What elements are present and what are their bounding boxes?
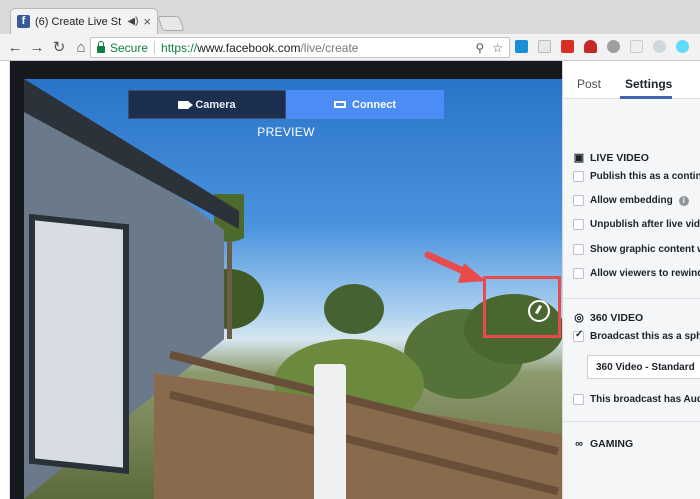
browser-toolbar: ← → ↻ ⌂ Secure https:// www.facebook.com…	[0, 34, 700, 61]
globe-icon: ◎	[574, 312, 584, 324]
settings-panel: Post Settings ▣ LIVE VIDEO Publish this …	[562, 61, 700, 499]
bookmark-star-icon[interactable]: ☆	[492, 41, 503, 55]
extension-icon[interactable]	[538, 40, 551, 53]
zoom-icon[interactable]: ⚲	[475, 41, 484, 55]
browser-tab[interactable]: f (6) Create Live Stream ◀) ×	[10, 8, 158, 34]
checkbox[interactable]	[573, 394, 584, 405]
checkbox-checked[interactable]	[573, 329, 584, 342]
360-video-section-title: ◎ 360 VIDEO	[574, 312, 644, 324]
reload-icon[interactable]: ↻	[48, 38, 70, 56]
forward-arrow-icon[interactable]: →	[26, 39, 48, 56]
screen: f (6) Create Live Stream ◀) × ← → ↻ ⌂ Se…	[0, 0, 700, 499]
360-compass-icon[interactable]	[528, 300, 550, 322]
tab-title: (6) Create Live Stream	[35, 15, 122, 28]
extension-icon[interactable]	[607, 40, 620, 53]
camera-label: Camera	[195, 98, 236, 111]
info-icon[interactable]: i	[678, 195, 689, 206]
url-host: www.facebook.com	[197, 40, 301, 55]
url-path: /live/create	[300, 40, 359, 55]
lock-icon	[97, 41, 105, 53]
back-arrow-icon[interactable]: ←	[4, 39, 26, 56]
option-audio[interactable]: This broadcast has Audi	[573, 394, 700, 405]
react-extension-icon[interactable]	[676, 40, 689, 53]
connect-label: Connect	[352, 98, 396, 111]
background-page-strip	[0, 61, 10, 499]
secure-label: Secure	[110, 40, 149, 55]
checkbox[interactable]	[573, 171, 584, 182]
camera-button[interactable]: Camera	[128, 90, 286, 119]
option-allow-rewind[interactable]: Allow viewers to rewind	[573, 268, 700, 279]
option-publish-continuous[interactable]: Publish this as a continu	[573, 171, 700, 182]
source-toggle: Camera Connect	[128, 90, 444, 119]
tab-post[interactable]: Post	[577, 77, 601, 91]
gaming-section-title: ∞ GAMING	[573, 438, 633, 450]
active-tab-indicator	[620, 96, 672, 99]
panel-tabs: Post Settings	[563, 61, 700, 99]
close-tab-icon[interactable]: ×	[143, 14, 151, 29]
gear-extension-icon[interactable]	[653, 40, 666, 53]
360-video-type-select[interactable]: 360 Video - Standard	[587, 355, 700, 379]
option-unpublish-after[interactable]: Unpublish after live video	[573, 219, 700, 230]
shield-extension-icon[interactable]	[584, 40, 597, 53]
plug-icon	[334, 101, 346, 108]
extension-icon[interactable]	[630, 40, 643, 53]
extension-icon[interactable]	[561, 40, 574, 53]
new-tab-button[interactable]	[157, 16, 185, 31]
checkbox[interactable]	[573, 244, 584, 255]
extension-icon[interactable]	[515, 40, 528, 53]
page-content: Camera Connect PREVIEW Post Settings ▣ L…	[0, 61, 700, 499]
home-icon[interactable]: ⌂	[70, 39, 92, 56]
checkbox[interactable]	[573, 268, 584, 279]
option-broadcast-sphere[interactable]: Broadcast this as a sphe	[573, 329, 700, 342]
speaker-icon[interactable]: ◀)	[127, 16, 138, 27]
option-allow-embedding[interactable]: Allow embedding i	[573, 195, 689, 206]
video-camera-icon: ▣	[573, 152, 585, 164]
checkbox[interactable]	[573, 195, 584, 206]
facebook-favicon-icon: f	[17, 15, 30, 28]
address-bar[interactable]: Secure https:// www.facebook.com /live/c…	[90, 37, 510, 58]
video-camera-icon	[178, 100, 194, 109]
checkbox[interactable]	[573, 219, 584, 230]
tab-settings[interactable]: Settings	[625, 77, 672, 91]
live-video-preview	[24, 79, 562, 499]
tab-strip: f (6) Create Live Stream ◀) ×	[0, 0, 700, 34]
url-scheme: https://	[161, 40, 198, 55]
option-graphic-content[interactable]: Show graphic content wa	[573, 244, 700, 255]
extensions-bar	[515, 40, 689, 53]
preview-label: PREVIEW	[257, 125, 315, 139]
link-icon: ∞	[575, 438, 583, 450]
live-video-section-title: ▣ LIVE VIDEO	[573, 152, 649, 164]
connect-button[interactable]: Connect	[286, 90, 444, 119]
